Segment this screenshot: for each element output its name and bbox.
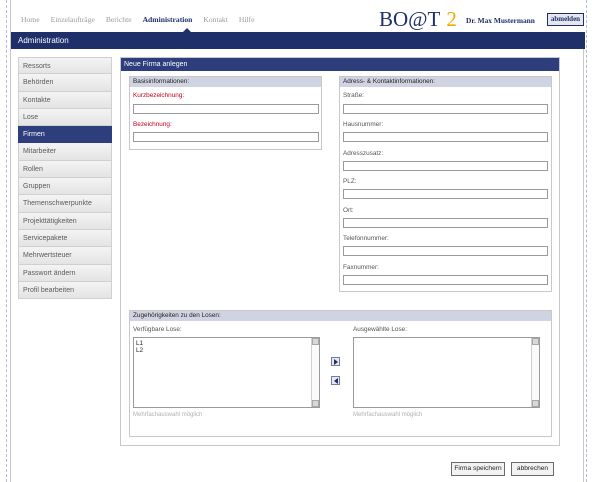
address-contact-box: Adress- & Kontaktinformationen: Straße: … [339, 76, 552, 292]
app-logo: BO@T 2 [379, 7, 457, 32]
page-guide-left [6, 0, 7, 482]
app-frame: Home Einzelaufträge Berichte Administrat… [10, 0, 585, 482]
sidebar-item-servicepakete[interactable]: Servicepakete [18, 229, 112, 248]
logo-number: 2 [446, 7, 457, 31]
scroll-down-icon[interactable] [312, 400, 319, 407]
kurzbezeichnung-input[interactable] [133, 104, 319, 114]
available-lose-list[interactable]: L1 L2 [133, 337, 320, 408]
sidebar-item-projekttaetigkeiten[interactable]: Projekttätigkeiten [18, 212, 112, 230]
nav-berichte[interactable]: Berichte [106, 15, 132, 24]
adresszusatz-label: Adresszusatz: [343, 150, 384, 157]
nav-home[interactable]: Home [21, 15, 40, 24]
logo-text: BO@T [379, 7, 441, 31]
selected-lose-list[interactable] [353, 337, 540, 408]
sidebar-item-profil-bearbeiten[interactable]: Profil bearbeiten [18, 281, 112, 300]
kurzbezeichnung-label: Kurzbezeichnung: [133, 92, 185, 99]
arrow-left-icon [334, 378, 338, 384]
plz-label: PLZ: [343, 178, 357, 185]
form-title: Neue Firma anlegen [121, 58, 559, 71]
sidebar-item-passwort-aendern[interactable]: Passwort ändern [18, 264, 112, 282]
user-name: Dr. Max Mustermann [466, 16, 535, 25]
ort-label: Ort: [343, 207, 354, 214]
plz-input[interactable] [343, 189, 548, 199]
sidebar-item-firmen[interactable]: Firmen [18, 126, 112, 144]
sidebar-item-rollen[interactable]: Rollen [18, 160, 112, 179]
strasse-input[interactable] [343, 104, 548, 114]
logout-button[interactable]: abmelden [547, 13, 584, 26]
faxnummer-input[interactable] [343, 275, 548, 285]
sidebar-item-kontakte[interactable]: Kontakte [18, 91, 112, 109]
sidebar-item-lose[interactable]: Lose [18, 108, 112, 127]
scroll-up-icon[interactable] [532, 338, 539, 345]
available-lose-label: Verfügbare Lose: [133, 326, 182, 333]
adresszusatz-input[interactable] [343, 161, 548, 171]
nav-einzelauftraege[interactable]: Einzelaufträge [51, 15, 95, 24]
nav-kontakt[interactable]: Kontakt [203, 15, 227, 24]
sidebar-item-behoerden[interactable]: Behörden [18, 74, 112, 92]
list-item-l2[interactable]: L2 [136, 347, 317, 354]
lose-assignment-box: Zugehörigkeiten zu den Losen: Verfügbare… [129, 310, 552, 437]
sidebar-menu: Ressorts Behörden Kontakte Lose Firmen M… [18, 57, 112, 300]
sidebar-item-ressorts[interactable]: Ressorts [18, 57, 112, 75]
selected-lose-scrollbar[interactable] [531, 338, 539, 407]
scroll-down-icon[interactable] [532, 400, 539, 407]
arrow-right-icon [334, 359, 338, 365]
save-company-button[interactable]: Firma speichern [451, 462, 505, 476]
basis-info-box: Basisinformationen: Kurzbezeichnung: Bez… [129, 76, 322, 150]
telefonnummer-label: Telefonnummer: [343, 235, 389, 242]
ort-input[interactable] [343, 218, 548, 228]
strasse-label: Straße: [343, 92, 364, 99]
cancel-button[interactable]: abbrechen [511, 462, 554, 476]
address-contact-header: Adress- & Kontaktinformationen: [340, 77, 551, 87]
top-navigation: Home Einzelaufträge Berichte Administrat… [11, 0, 585, 32]
company-form-panel: Neue Firma anlegen Basisinformationen: K… [120, 57, 560, 446]
nav-hilfe[interactable]: Hilfe [239, 15, 255, 24]
hausnummer-input[interactable] [343, 132, 548, 142]
selected-lose-label: Ausgewählte Lose: [353, 326, 408, 333]
available-lose-scrollbar[interactable] [311, 338, 319, 407]
main-menu: Home Einzelaufträge Berichte Administrat… [21, 15, 254, 24]
nav-administration[interactable]: Administration [143, 15, 193, 24]
bezeichnung-label: Bezeichnung: [133, 121, 172, 128]
section-title-bar: Administration [11, 32, 585, 49]
scroll-up-icon[interactable] [312, 338, 319, 345]
selected-lose-hint: Mehrfachauswahl möglich [353, 412, 423, 418]
faxnummer-label: Faxnummer: [343, 264, 379, 271]
sidebar-item-gruppen[interactable]: Gruppen [18, 178, 112, 196]
page-guide-right [586, 0, 587, 482]
sidebar-item-mitarbeiter[interactable]: Mitarbeiter [18, 143, 112, 161]
sidebar-item-themenschwerpunkte[interactable]: Themenschwerpunkte [18, 195, 112, 213]
remove-los-button[interactable] [331, 376, 340, 385]
add-los-button[interactable] [331, 357, 340, 366]
telefonnummer-input[interactable] [343, 246, 548, 256]
bezeichnung-input[interactable] [133, 132, 319, 142]
hausnummer-label: Hausnummer: [343, 121, 384, 128]
basis-info-header: Basisinformationen: [130, 77, 321, 87]
lose-assignment-header: Zugehörigkeiten zu den Losen: [130, 311, 551, 321]
sidebar-item-mehrwertsteuer[interactable]: Mehrwertsteuer [18, 247, 112, 265]
available-lose-hint: Mehrfachauswahl möglich [133, 412, 203, 418]
list-item-l1[interactable]: L1 [136, 340, 317, 347]
